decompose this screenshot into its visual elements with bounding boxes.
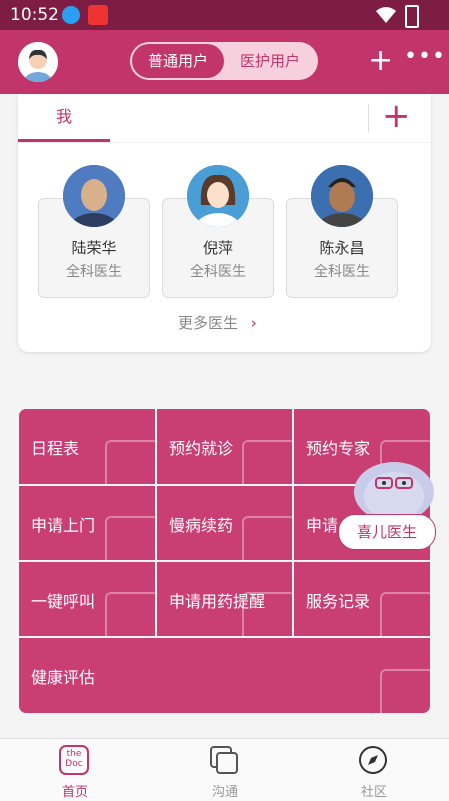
doctor-name: 陈永昌 <box>319 239 365 257</box>
doctor-name: 倪萍 <box>202 239 233 257</box>
service-label: 慢病续药 <box>169 516 234 535</box>
calendar-icon <box>242 440 292 484</box>
service-label: 日程表 <box>31 439 80 458</box>
service-label: 健康评估 <box>31 668 96 687</box>
doctor-photo <box>63 165 125 227</box>
add-icon[interactable]: + <box>368 46 393 76</box>
phone-icon <box>105 592 155 636</box>
service-label: 申请 <box>306 516 339 535</box>
logo-text: the <box>66 749 82 759</box>
tab-normal-user[interactable]: 普通用户 <box>132 44 224 78</box>
avatar-icon <box>18 42 58 82</box>
document-icon <box>380 592 430 636</box>
service-label: 预约专家 <box>306 439 371 458</box>
compass-icon <box>359 746 387 774</box>
stethoscope-icon <box>380 669 430 713</box>
add-doctor-icon[interactable]: + <box>382 96 411 136</box>
bottom-nav: the Doc 首页 沟通 社区 <box>0 738 449 801</box>
service-label: 一键呼叫 <box>31 592 96 611</box>
top-header: 普通用户 医护用户 + ••• <box>0 30 449 94</box>
service-label: 申请上门 <box>31 516 96 535</box>
battery-icon <box>405 5 419 28</box>
more-doctors-link[interactable]: 更多医生 › <box>178 312 257 333</box>
doctor-card: 我 + 陆荣华 全科医生 倪萍 全科医生 陈永昌 全科医生 更多医生 › <box>18 94 431 352</box>
home-logo-icon: the Doc <box>59 745 89 775</box>
wifi-icon <box>376 7 396 23</box>
status-bar: 10:52 <box>0 0 449 30</box>
divider <box>368 104 369 132</box>
doctor-item[interactable]: 陈永昌 全科医生 <box>286 165 398 298</box>
service-health-assessment[interactable]: 健康评估 <box>18 637 431 714</box>
app-notification-icon <box>88 5 108 25</box>
service-appointment[interactable]: 预约就诊 <box>156 408 293 485</box>
calendar-icon <box>105 440 155 484</box>
assistant-bubble[interactable]: 喜儿医生 <box>338 514 436 550</box>
service-med-reminder[interactable]: 申请用药提醒 <box>156 561 293 637</box>
logo-text: Doc <box>65 759 83 769</box>
doctor-role: 全科医生 <box>66 264 122 280</box>
user-avatar[interactable] <box>18 42 58 82</box>
chat-icon <box>210 746 238 774</box>
clock: 10:52 <box>10 5 59 25</box>
service-records[interactable]: 服务记录 <box>293 561 431 637</box>
divider <box>18 142 431 143</box>
nav-label: 社区 <box>360 785 387 800</box>
pill-icon <box>242 516 292 560</box>
download-icon <box>62 6 80 24</box>
chevron-right-icon: › <box>250 314 257 332</box>
tab-me-label: 我 <box>55 107 72 126</box>
service-refill[interactable]: 慢病续药 <box>156 485 293 561</box>
alarm-icon <box>242 592 292 636</box>
doctor-name: 陆荣华 <box>71 239 117 257</box>
more-doctors-label: 更多医生 <box>178 314 239 332</box>
service-schedule[interactable]: 日程表 <box>18 408 156 485</box>
tab-care-user[interactable]: 医护用户 <box>224 44 316 78</box>
nav-label: 首页 <box>61 785 88 800</box>
service-home-visit[interactable]: 申请上门 <box>18 485 156 561</box>
more-icon[interactable]: ••• <box>404 44 446 69</box>
doctor-role: 全科医生 <box>190 264 246 280</box>
nav-label: 沟通 <box>211 785 238 800</box>
user-type-switch: 普通用户 医护用户 <box>130 42 318 80</box>
doctor-photo <box>311 165 373 227</box>
door-icon <box>105 516 155 560</box>
nav-chat[interactable]: 沟通 <box>175 739 275 801</box>
doctor-photo <box>187 165 249 227</box>
doctor-item[interactable]: 倪萍 全科医生 <box>162 165 274 298</box>
tab-me[interactable]: 我 <box>18 94 110 142</box>
nav-community[interactable]: 社区 <box>324 739 424 801</box>
service-label: 预约就诊 <box>169 439 234 458</box>
assistant-mascot[interactable] <box>354 462 434 522</box>
nav-home[interactable]: the Doc 首页 <box>25 739 125 801</box>
doctor-role: 全科医生 <box>314 264 370 280</box>
service-call[interactable]: 一键呼叫 <box>18 561 156 637</box>
service-label: 服务记录 <box>306 592 371 611</box>
doctor-item[interactable]: 陆荣华 全科医生 <box>38 165 150 298</box>
